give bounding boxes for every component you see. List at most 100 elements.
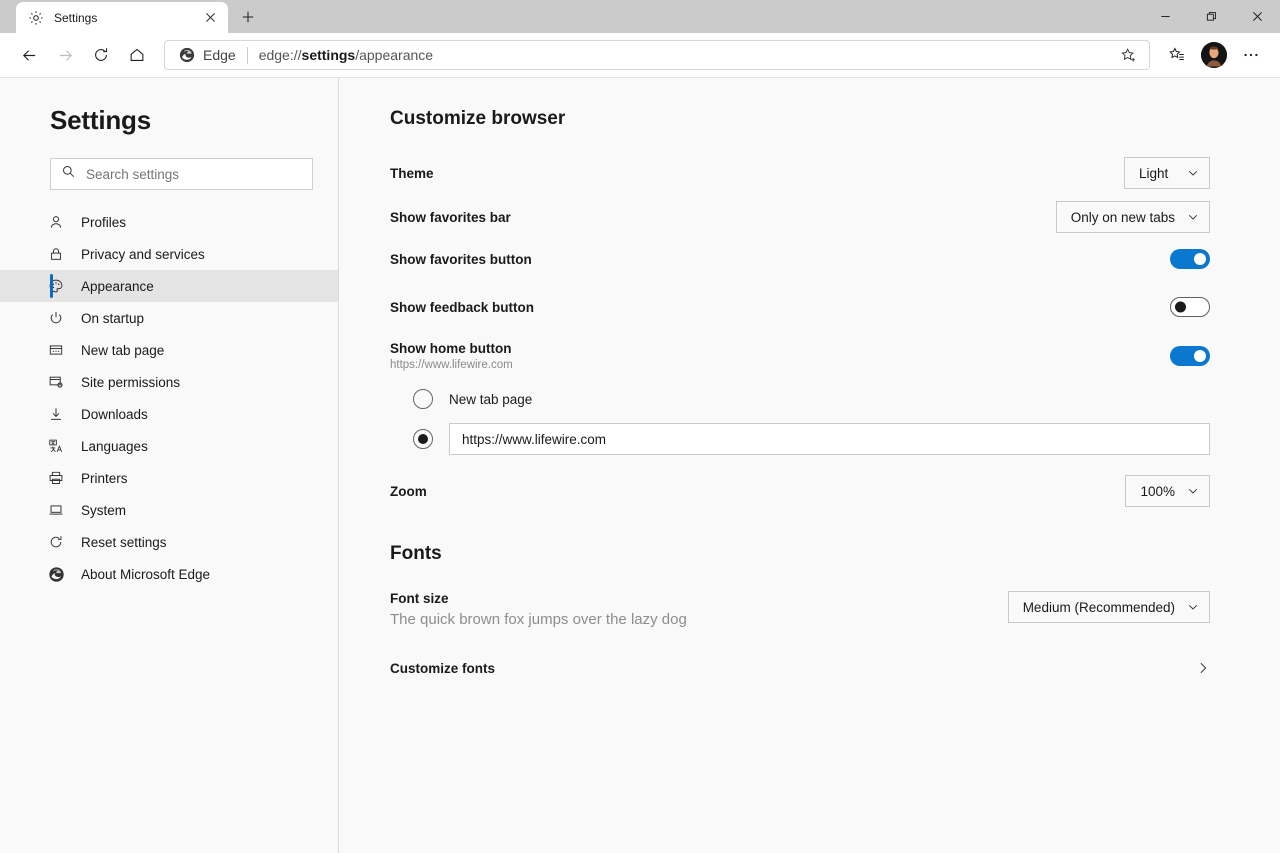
chevron-right-icon (1196, 661, 1210, 675)
favorites-list-icon[interactable] (1160, 38, 1194, 72)
close-tab-icon[interactable] (200, 8, 220, 28)
theme-select[interactable]: Light (1124, 157, 1210, 189)
download-arrow-icon (47, 405, 65, 423)
settings-page: Settings Profiles (0, 78, 1280, 853)
setting-row-font-size: Font size The quick brown fox jumps over… (390, 591, 1210, 628)
edge-logo-icon (47, 565, 65, 583)
sidebar-item-system[interactable]: System (0, 494, 338, 526)
sidebar-item-label: System (81, 502, 127, 518)
sidebar-item-label: On startup (81, 310, 145, 326)
setting-row-favorites-bar: Show favorites bar Only on new tabs (390, 201, 1210, 233)
window-controls (1142, 0, 1280, 33)
zoom-select-value: 100% (1140, 483, 1175, 499)
theme-select-value: Light (1139, 165, 1169, 181)
section-heading-customize-browser: Customize browser (390, 108, 566, 129)
profile-avatar[interactable] (1201, 42, 1227, 68)
home-url-input[interactable] (449, 423, 1210, 455)
font-size-label: Font size (390, 591, 449, 606)
sidebar-item-profiles[interactable]: Profiles (0, 206, 338, 238)
forward-arrow-icon[interactable] (48, 38, 82, 72)
sidebar-item-on-startup[interactable]: On startup (0, 302, 338, 334)
sidebar-item-about-microsoft-edge[interactable]: About Microsoft Edge (0, 558, 338, 590)
settings-content: Customize browser Theme Light Show favor… (339, 78, 1280, 853)
sidebar-item-printers[interactable]: Printers (0, 462, 338, 494)
sidebar-item-label: Printers (81, 470, 128, 486)
setting-row-home-button: Show home button https://www.lifewire.co… (390, 341, 1210, 371)
tab-title: Settings (54, 10, 98, 25)
sidebar-item-label: Site permissions (81, 374, 181, 390)
favorites-button-toggle[interactable] (1170, 249, 1210, 269)
sidebar-item-label: Downloads (81, 406, 148, 422)
settings-nav-list: Profiles Privacy and services Appearance… (0, 206, 338, 590)
minimize-button[interactable] (1142, 0, 1188, 33)
font-size-select-value: Medium (Recommended) (1022, 599, 1175, 615)
restore-button[interactable] (1188, 0, 1234, 33)
home-option-custom-url (390, 423, 1210, 455)
person-icon (47, 213, 65, 231)
home-button-sub-url: https://www.lifewire.com (390, 359, 513, 371)
home-button-label: Show home button (390, 341, 512, 356)
sidebar-item-label: Appearance (81, 278, 154, 294)
sidebar-item-label: Privacy and services (81, 246, 205, 262)
setting-row-zoom: Zoom 100% (390, 475, 1210, 507)
sidebar-item-label: Languages (81, 438, 148, 454)
chevron-down-icon (1187, 601, 1199, 613)
site-permissions-icon (47, 373, 65, 391)
home-icon[interactable] (120, 38, 154, 72)
refresh-icon[interactable] (84, 38, 118, 72)
ellipsis-icon[interactable] (1234, 38, 1268, 72)
setting-row-favorites-button: Show favorites button (390, 245, 1210, 273)
sidebar-item-reset-settings[interactable]: Reset settings (0, 526, 338, 558)
settings-sidebar: Settings Profiles (0, 78, 339, 853)
sidebar-item-site-permissions[interactable]: Site permissions (0, 366, 338, 398)
new-tab-button[interactable] (232, 3, 264, 31)
address-bar-url: edge://settings/appearance (258, 47, 434, 63)
title-bar: Settings (0, 0, 1280, 33)
star-add-icon[interactable] (1113, 41, 1143, 69)
browser-tab-settings[interactable]: Settings (16, 2, 228, 33)
favorites-button-label: Show favorites button (390, 251, 532, 267)
sidebar-item-downloads[interactable]: Downloads (0, 398, 338, 430)
edge-logo-icon (179, 47, 195, 63)
home-button-toggle[interactable] (1170, 346, 1210, 366)
search-settings-box[interactable] (50, 158, 313, 190)
sidebar-item-appearance[interactable]: Appearance (0, 270, 338, 302)
radio-new-tab-page-label: New tab page (449, 391, 533, 407)
printer-icon (47, 469, 65, 487)
browser-toolbar: Edge edge://settings/appearance (0, 33, 1280, 78)
feedback-button-toggle[interactable] (1170, 297, 1210, 317)
radio-new-tab-page[interactable] (413, 389, 433, 409)
close-window-button[interactable] (1234, 0, 1280, 33)
page-title: Settings (50, 105, 151, 135)
omnibox-divider (246, 46, 248, 64)
sidebar-item-new-tab-page[interactable]: New tab page (0, 334, 338, 366)
sidebar-item-label: New tab page (81, 342, 165, 358)
address-bar[interactable]: Edge edge://settings/appearance (164, 40, 1150, 70)
edge-label: Edge (203, 47, 236, 63)
chevron-down-icon (1187, 211, 1199, 223)
new-tab-page-icon (47, 341, 65, 359)
theme-label: Theme (390, 165, 434, 181)
zoom-select[interactable]: 100% (1125, 475, 1210, 507)
sidebar-item-languages[interactable]: Languages (0, 430, 338, 462)
sidebar-item-privacy-and-services[interactable]: Privacy and services (0, 238, 338, 270)
sidebar-item-label: Profiles (81, 214, 127, 230)
setting-row-feedback-button: Show feedback button (390, 293, 1210, 321)
home-option-new-tab-page[interactable]: New tab page (390, 389, 1210, 409)
zoom-label: Zoom (390, 483, 427, 499)
languages-icon (47, 437, 65, 455)
font-size-select[interactable]: Medium (Recommended) (1007, 591, 1210, 623)
sidebar-item-label: Reset settings (81, 534, 167, 550)
font-sample-text: The quick brown fox jumps over the lazy … (390, 611, 687, 628)
favorites-bar-label: Show favorites bar (390, 209, 511, 225)
chevron-down-icon (1187, 485, 1199, 497)
back-arrow-icon[interactable] (12, 38, 46, 72)
radio-custom-url[interactable] (413, 429, 433, 449)
sidebar-item-label: About Microsoft Edge (81, 566, 211, 582)
favorites-bar-select[interactable]: Only on new tabs (1055, 201, 1210, 233)
customize-fonts-row[interactable]: Customize fonts (390, 650, 1210, 686)
customize-fonts-label: Customize fonts (390, 660, 496, 676)
search-input[interactable] (86, 166, 302, 182)
search-icon (61, 164, 76, 184)
feedback-button-label: Show feedback button (390, 299, 535, 315)
